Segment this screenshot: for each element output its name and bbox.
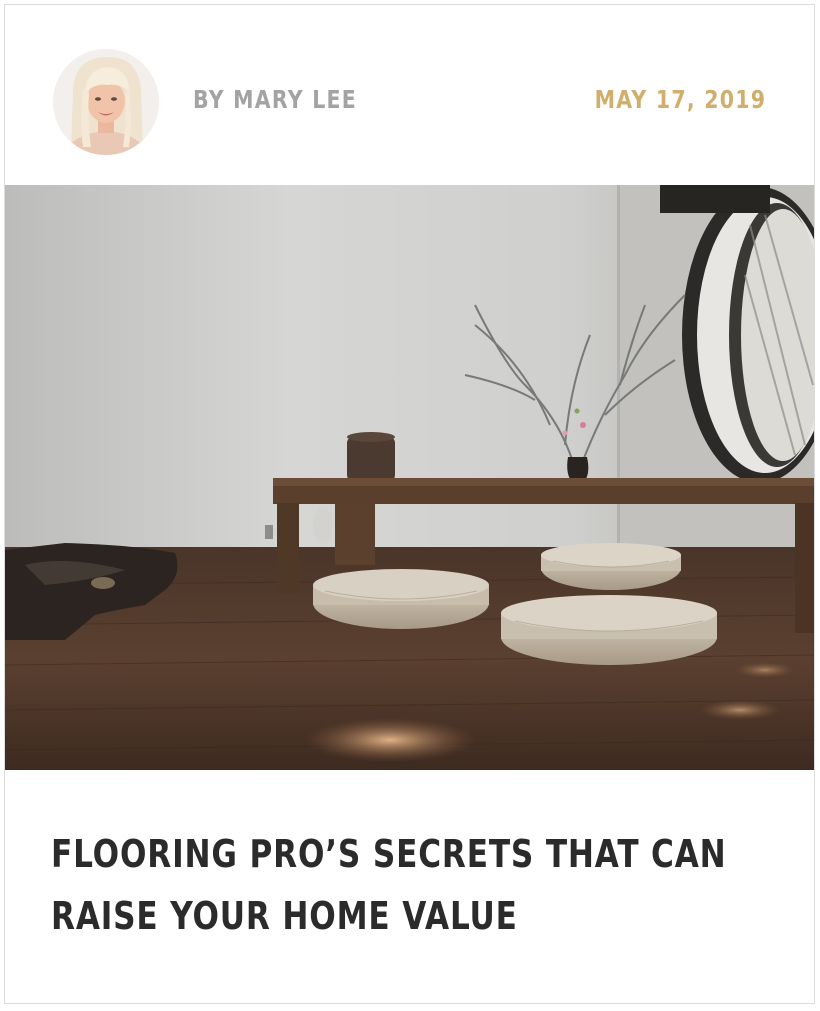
post-author[interactable]: BY MARY LEE xyxy=(193,85,357,114)
author-avatar[interactable] xyxy=(53,49,159,155)
post-date[interactable]: MAY 17, 2019 xyxy=(594,85,766,114)
blog-post-card[interactable]: BY MARY LEE MAY 17, 2019 FLOORING PRO’S … xyxy=(4,4,815,1004)
post-title[interactable]: FLOORING PRO’S SECRETS THAT CAN RAISE YO… xyxy=(51,823,789,947)
author-portrait xyxy=(53,49,159,155)
interior-room-photo xyxy=(5,185,814,770)
post-featured-image[interactable] xyxy=(5,185,814,770)
post-meta-header: BY MARY LEE MAY 17, 2019 xyxy=(5,5,814,185)
